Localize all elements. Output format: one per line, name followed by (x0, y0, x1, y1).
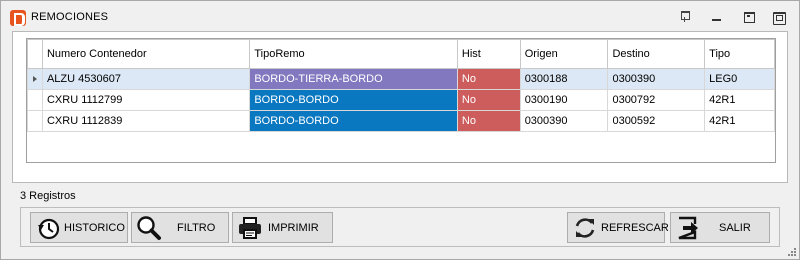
app-logo-icon (10, 10, 26, 26)
cell-contenedor[interactable]: CXRU 1112799 (41, 89, 251, 111)
exit-door-icon (678, 216, 698, 240)
cell-contenedor[interactable]: ALZU 4530607 (41, 68, 251, 90)
imprimir-button[interactable]: IMPRIMIR (232, 212, 333, 243)
refrescar-button[interactable]: REFRESCAR (567, 212, 669, 243)
record-count: 3 Registros (20, 190, 76, 202)
cell-destino[interactable]: 0300390 (607, 68, 706, 90)
restore-icon[interactable] (741, 10, 757, 24)
row-selector[interactable] (27, 89, 43, 111)
cell-origen[interactable]: 0300390 (519, 110, 609, 132)
magnifier-icon (137, 216, 161, 240)
cell-tipo[interactable]: 42R1 (704, 89, 775, 111)
column-header-hist[interactable]: Hist (456, 39, 521, 69)
close-icon[interactable] (771, 10, 787, 25)
history-clock-icon (38, 218, 60, 240)
cell-tipo[interactable]: LEG0 (704, 68, 775, 90)
table-row[interactable]: CXRU 1112839 BORDO-BORDO No 0300390 0300… (27, 110, 775, 132)
refresh-icon (575, 218, 595, 238)
imprimir-label: IMPRIMIR (268, 222, 319, 234)
column-header-numero-contenedor[interactable]: Numero Contenedor (41, 39, 251, 69)
column-header-origen[interactable]: Origen (519, 39, 609, 69)
remociones-window: REMOCIONES Numero Contenedor TipoRemo Hi… (0, 0, 800, 260)
title-bar[interactable]: REMOCIONES (1, 1, 799, 31)
resize-grip[interactable] (787, 247, 797, 257)
window-title: REMOCIONES (31, 11, 109, 23)
pin-icon[interactable] (677, 10, 693, 24)
row-selector[interactable] (27, 110, 43, 132)
row-header-corner (27, 39, 43, 69)
cell-tiporemo[interactable]: BORDO-BORDO (249, 110, 458, 132)
column-header-tiporemo[interactable]: TipoRemo (249, 39, 458, 69)
salir-label: SALIR (719, 222, 751, 234)
historico-label: HISTORICO (64, 222, 125, 234)
cell-destino[interactable]: 0300792 (607, 89, 706, 111)
table-row[interactable]: ALZU 4530607 BORDO-TIERRA-BORDO No 03001… (27, 68, 775, 90)
filtro-button[interactable]: FILTRO (131, 212, 229, 243)
column-header-destino[interactable]: Destino (607, 39, 706, 69)
cell-tiporemo[interactable]: BORDO-TIERRA-BORDO (249, 68, 458, 90)
printer-icon (239, 217, 261, 239)
minimize-icon[interactable] (709, 10, 725, 24)
filtro-label: FILTRO (177, 222, 216, 234)
cell-hist[interactable]: No (456, 110, 521, 132)
row-pointer-icon (33, 76, 37, 82)
button-bar: HISTORICO FILTRO IMPRIMIR REFRESCAR SALI… (20, 207, 780, 247)
historico-button[interactable]: HISTORICO (30, 212, 128, 243)
cell-tiporemo[interactable]: BORDO-BORDO (249, 89, 458, 111)
remociones-grid: Numero Contenedor TipoRemo Hist Origen D… (26, 38, 776, 163)
cell-origen[interactable]: 0300190 (519, 89, 609, 111)
refrescar-label: REFRESCAR (601, 222, 669, 234)
salir-button[interactable]: SALIR (670, 212, 770, 243)
table-row[interactable]: CXRU 1112799 BORDO-BORDO No 0300190 0300… (27, 89, 775, 111)
grid-panel: Numero Contenedor TipoRemo Hist Origen D… (12, 31, 788, 183)
cell-hist[interactable]: No (456, 89, 521, 111)
cell-destino[interactable]: 0300592 (607, 110, 706, 132)
column-header-tipo[interactable]: Tipo (704, 39, 775, 69)
cell-origen[interactable]: 0300188 (519, 68, 609, 90)
row-selector[interactable] (27, 68, 43, 90)
cell-tipo[interactable]: 42R1 (704, 110, 775, 132)
table-header-row: Numero Contenedor TipoRemo Hist Origen D… (27, 39, 775, 69)
remociones-table: Numero Contenedor TipoRemo Hist Origen D… (27, 39, 775, 132)
cell-hist[interactable]: No (456, 68, 521, 90)
cell-contenedor[interactable]: CXRU 1112839 (41, 110, 251, 132)
